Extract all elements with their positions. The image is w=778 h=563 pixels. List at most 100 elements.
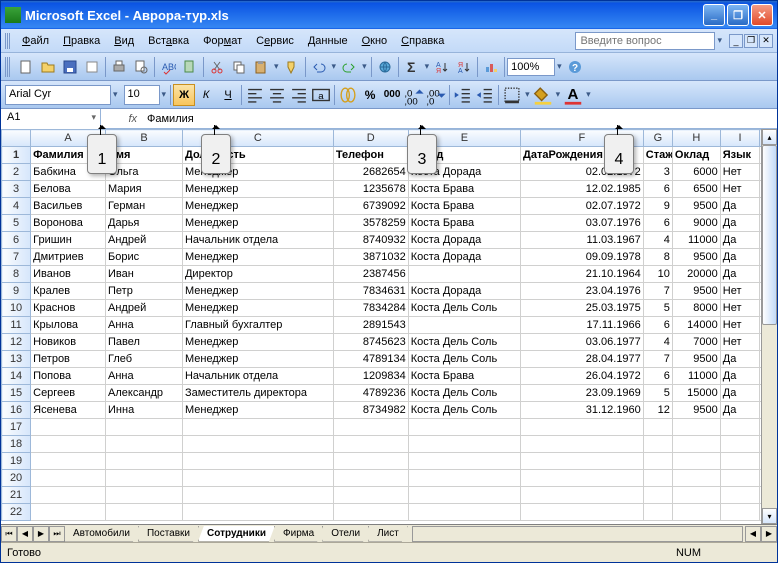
- cell[interactable]: Коста Брава: [408, 181, 520, 198]
- row-header[interactable]: 22: [2, 504, 31, 521]
- cell[interactable]: Петров: [31, 351, 106, 368]
- currency-button[interactable]: [337, 84, 359, 106]
- underline-button[interactable]: Ч: [217, 84, 239, 106]
- cell[interactable]: Нет: [720, 283, 760, 300]
- cell[interactable]: Коста Дорада: [408, 232, 520, 249]
- fill-color-button[interactable]: [532, 84, 554, 106]
- cell[interactable]: 14000: [672, 317, 720, 334]
- cell[interactable]: 11000: [672, 368, 720, 385]
- cell[interactable]: Новиков: [31, 334, 106, 351]
- cell[interactable]: Кралев: [31, 283, 106, 300]
- mdi-minimize-button[interactable]: _: [729, 34, 743, 48]
- cell[interactable]: [521, 419, 644, 436]
- cell[interactable]: [106, 419, 183, 436]
- cell[interactable]: Да: [720, 215, 760, 232]
- cell[interactable]: Сергеев: [31, 385, 106, 402]
- cell[interactable]: Нет: [720, 317, 760, 334]
- menu-help[interactable]: Справка: [394, 31, 451, 51]
- cell[interactable]: Менеджер: [182, 300, 333, 317]
- cell[interactable]: Директор: [182, 266, 333, 283]
- cell[interactable]: Главный бухгалтер: [182, 317, 333, 334]
- tab-nav-first[interactable]: ⏮: [1, 526, 17, 542]
- cell[interactable]: [333, 419, 408, 436]
- cell[interactable]: [106, 504, 183, 521]
- undo-dropdown[interactable]: ▾: [330, 59, 339, 74]
- cell[interactable]: Ольга: [106, 164, 183, 181]
- select-all-corner[interactable]: [2, 130, 31, 147]
- cell[interactable]: Коста Брава: [408, 368, 520, 385]
- cell[interactable]: 6: [643, 215, 672, 232]
- mdi-restore-button[interactable]: ❐: [744, 34, 758, 48]
- permission-button[interactable]: [81, 56, 103, 78]
- row-header[interactable]: 12: [2, 334, 31, 351]
- increase-indent-button[interactable]: [474, 84, 496, 106]
- font-color-button[interactable]: А: [562, 84, 584, 106]
- cell[interactable]: 3: [643, 164, 672, 181]
- spelling-button[interactable]: ABC: [157, 56, 179, 78]
- row-header[interactable]: 18: [2, 436, 31, 453]
- cell[interactable]: Нет: [720, 334, 760, 351]
- toolbar-grip[interactable]: [5, 57, 11, 77]
- cell[interactable]: Крылова: [31, 317, 106, 334]
- align-center-button[interactable]: [266, 84, 288, 106]
- horizontal-scrollbar[interactable]: [412, 526, 743, 542]
- menu-view[interactable]: Вид: [107, 31, 141, 51]
- col-header-G[interactable]: G: [643, 130, 672, 147]
- autosum-button[interactable]: Σ: [401, 56, 423, 78]
- cell[interactable]: Иванов: [31, 266, 106, 283]
- cell[interactable]: Заместитель директора: [182, 385, 333, 402]
- cell[interactable]: Менеджер: [182, 402, 333, 419]
- cell[interactable]: [408, 436, 520, 453]
- cell[interactable]: [521, 504, 644, 521]
- cell[interactable]: 8: [643, 249, 672, 266]
- cell[interactable]: 15000: [672, 385, 720, 402]
- cell[interactable]: 09.09.1978: [521, 249, 644, 266]
- scroll-left-button[interactable]: ◀: [745, 526, 761, 542]
- cell[interactable]: 2682654: [333, 164, 408, 181]
- cell[interactable]: 6: [643, 317, 672, 334]
- cell[interactable]: Коста Дель Соль: [408, 385, 520, 402]
- align-left-button[interactable]: [244, 84, 266, 106]
- cell[interactable]: 11.03.1967: [521, 232, 644, 249]
- redo-button[interactable]: [338, 56, 360, 78]
- cell[interactable]: [408, 504, 520, 521]
- cell[interactable]: Язык: [720, 147, 760, 164]
- menu-window[interactable]: Окно: [355, 31, 395, 51]
- cell[interactable]: Анна: [106, 317, 183, 334]
- vertical-scrollbar[interactable]: ▴ ▾: [761, 129, 777, 524]
- cell[interactable]: Нет: [720, 181, 760, 198]
- cell[interactable]: Дмитриев: [31, 249, 106, 266]
- cell[interactable]: [182, 470, 333, 487]
- cell[interactable]: 12.02.1985: [521, 181, 644, 198]
- cell[interactable]: [182, 504, 333, 521]
- cell[interactable]: 20000: [672, 266, 720, 283]
- italic-button[interactable]: К: [195, 84, 217, 106]
- cell[interactable]: [672, 453, 720, 470]
- cell[interactable]: Начальник отдела: [182, 368, 333, 385]
- cell[interactable]: Телефон: [333, 147, 408, 164]
- cell[interactable]: [106, 487, 183, 504]
- cell[interactable]: 4: [643, 232, 672, 249]
- cell[interactable]: Краснов: [31, 300, 106, 317]
- cell[interactable]: 28.04.1977: [521, 351, 644, 368]
- row-header[interactable]: 21: [2, 487, 31, 504]
- cell[interactable]: Да: [720, 368, 760, 385]
- cell[interactable]: [720, 470, 760, 487]
- cell[interactable]: Имя: [106, 147, 183, 164]
- cell[interactable]: Гришин: [31, 232, 106, 249]
- cell[interactable]: Коста Дель Соль: [408, 402, 520, 419]
- cell[interactable]: [106, 453, 183, 470]
- row-header[interactable]: 11: [2, 317, 31, 334]
- decrease-decimal-button[interactable]: ,00,0: [425, 84, 447, 106]
- cell[interactable]: 23.04.1976: [521, 283, 644, 300]
- format-painter-button[interactable]: [281, 56, 303, 78]
- save-button[interactable]: [59, 56, 81, 78]
- cell[interactable]: 3871032: [333, 249, 408, 266]
- name-box[interactable]: A1: [1, 109, 101, 129]
- scroll-up-button[interactable]: ▴: [762, 129, 777, 145]
- help-question-dropdown[interactable]: ▾: [715, 33, 724, 48]
- cell[interactable]: Васильев: [31, 198, 106, 215]
- cell[interactable]: Да: [720, 249, 760, 266]
- help-question-box[interactable]: [575, 32, 715, 50]
- cell[interactable]: Коста Дель Соль: [408, 351, 520, 368]
